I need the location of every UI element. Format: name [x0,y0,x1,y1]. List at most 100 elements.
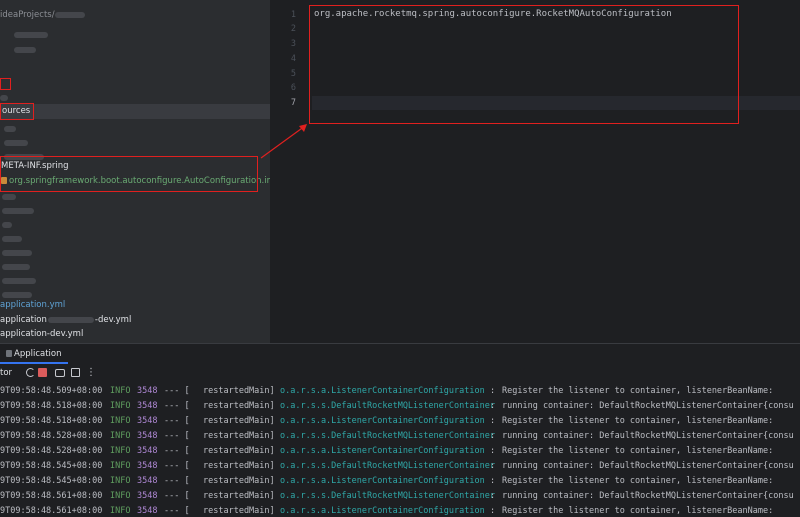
blurred-text [14,31,48,38]
restore-layout-icon[interactable] [71,368,80,377]
tree-item-application-yml[interactable]: application.yml [0,298,65,313]
log-timestamp: 9T09:58:48.509+08:00 [0,386,103,396]
tree-item-blurred[interactable] [2,218,12,233]
log-message: running container: DefaultRocketMQListen… [502,491,794,501]
blurred-text [54,11,85,18]
project-tree: ideaProjects/ ources META-INF.spring org… [0,0,270,343]
log-logger: o.a.r.s.a.ListenerContainerConfiguration [280,416,485,426]
log-pid: 3548 [137,506,158,516]
tree-item-blurred[interactable] [2,204,34,219]
line-number: 1 [290,10,296,20]
log-logger: o.a.r.s.s.DefaultRocketMQListenerContain… [280,491,495,501]
log-logger: o.a.r.s.a.ListenerContainerConfiguration [280,386,485,396]
run-tab-application[interactable]: Application [0,344,68,364]
tree-item-resources[interactable]: ources [0,104,270,119]
run-toolbar: tor ⋮ [0,364,800,382]
tree-item-label: application [0,315,47,325]
tree-item-label: application.yml [0,300,66,310]
tree-item-blurred[interactable] [2,232,22,247]
camera-icon[interactable] [55,369,65,377]
blurred-text [4,125,16,132]
log-colon: : [490,401,496,411]
run-toolbar-label[interactable]: tor [0,364,12,382]
log-thread: restartedMain] [203,431,275,441]
log-thread: restartedMain] [203,506,275,516]
log-colon: : [490,491,496,501]
log-colon: : [490,446,496,456]
log-message: running container: DefaultRocketMQListen… [502,401,794,411]
log-colon: : [490,506,496,516]
log-logger: o.a.r.s.a.ListenerContainerConfiguration [280,446,485,456]
blurred-text [0,94,8,101]
log-level: INFO [110,386,131,396]
breadcrumb-path: ideaProjects/ [0,10,55,20]
log-separator: --- [ [164,506,190,516]
tree-item-blurred[interactable] [2,246,32,261]
line-number: 4 [290,54,296,64]
log-separator: --- [ [164,446,190,456]
log-message: Register the listener to container, list… [502,386,774,396]
tree-item-blurred[interactable] [14,43,36,58]
log-logger: o.a.r.s.s.DefaultRocketMQListenerContain… [280,431,495,441]
log-pid: 3548 [137,416,158,426]
tree-item-blurred[interactable] [2,260,30,275]
tree-item-blurred[interactable] [2,190,16,205]
log-thread: restartedMain] [203,461,275,471]
log-message: Register the listener to container, list… [502,506,774,516]
tree-item-label: application-dev.yml [0,329,84,339]
log-timestamp: 9T09:58:48.528+08:00 [0,446,103,456]
blurred-text [2,207,34,214]
log-colon: : [490,416,496,426]
more-options-icon[interactable]: ⋮ [86,364,96,382]
log-separator: --- [ [164,386,190,396]
log-pid: 3548 [137,431,158,441]
run-tab-bar: Application [0,344,800,364]
rerun-icon[interactable] [26,368,35,377]
line-number: 5 [290,69,296,79]
log-colon: : [490,431,496,441]
log-level: INFO [110,461,131,471]
blurred-text [2,263,30,270]
line-number: 2 [290,24,296,34]
blurred-text [47,316,94,323]
blurred-text [14,46,36,53]
stop-icon[interactable] [38,368,47,377]
log-message: Register the listener to container, list… [502,476,774,486]
code-editor[interactable]: 1 2 3 4 5 6 7 org.apache.rocketmq.spring… [278,0,800,343]
log-level: INFO [110,476,131,486]
annotation-box [0,103,34,120]
spring-app-icon [6,350,12,357]
log-timestamp: 9T09:58:48.545+08:00 [0,461,103,471]
log-timestamp: 9T09:58:48.518+08:00 [0,401,103,411]
blurred-text [2,235,22,242]
tree-item-blurred[interactable] [4,136,28,151]
log-pid: 3548 [137,401,158,411]
line-number: 6 [290,83,296,93]
log-level: INFO [110,401,131,411]
run-tool-window: Application tor ⋮ 9T09:58:48.509+08:00 IN… [0,343,800,517]
tree-item-blurred[interactable] [14,28,48,43]
log-timestamp: 9T09:58:48.561+08:00 [0,491,103,501]
blurred-text [2,291,32,298]
tree-item-application-dev-yml[interactable]: application-dev.yml [0,327,83,342]
log-colon: : [490,461,496,471]
log-message: running container: DefaultRocketMQListen… [502,461,794,471]
log-timestamp: 9T09:58:48.561+08:00 [0,506,103,516]
log-level: INFO [110,491,131,501]
log-separator: --- [ [164,491,190,501]
line-number: 3 [290,39,296,49]
tree-item-blurred[interactable] [2,274,36,289]
log-message: Register the listener to container, list… [502,416,774,426]
log-logger: o.a.r.s.s.DefaultRocketMQListenerContain… [280,461,495,471]
log-message: Register the listener to container, list… [502,446,774,456]
project-breadcrumb[interactable]: ideaProjects/ [0,8,85,23]
log-thread: restartedMain] [203,491,275,501]
log-thread: restartedMain] [203,401,275,411]
log-thread: restartedMain] [203,476,275,486]
blurred-text [4,139,28,146]
log-level: INFO [110,416,131,426]
tree-item-blurred[interactable] [4,122,16,137]
log-separator: --- [ [164,476,190,486]
tree-item-application-partial[interactable]: application -dev.yml [0,313,131,328]
annotation-box [309,5,739,124]
